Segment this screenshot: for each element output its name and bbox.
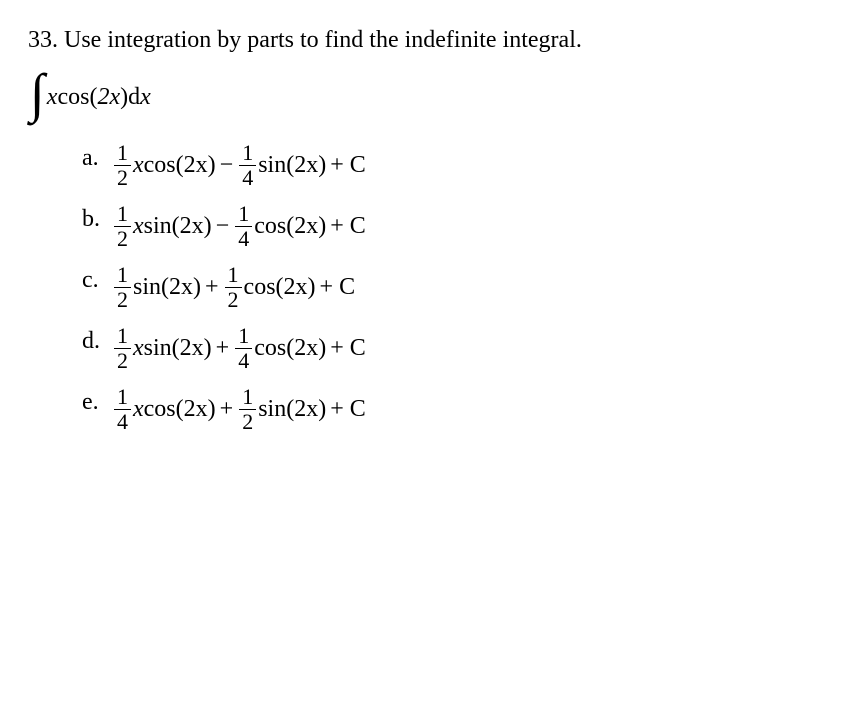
arg: (2x) — [172, 335, 212, 362]
numerator: 1 — [235, 203, 252, 227]
func: sin — [258, 152, 286, 179]
choice-expression: 1 2 sin (2x) + 1 2 cos (2x) + C — [112, 264, 359, 311]
integral-expression: ∫ xcos(2x)dx — [30, 68, 822, 122]
question-text: 33. Use integration by parts to find the… — [28, 24, 822, 56]
question-body: Use integration by parts to find the ind… — [64, 27, 582, 53]
constant: + C — [330, 396, 366, 423]
func: cos — [254, 335, 286, 362]
constant: + C — [330, 335, 366, 362]
fraction: 1 2 — [239, 386, 256, 433]
denominator: 4 — [114, 410, 131, 433]
operator: + — [220, 396, 234, 423]
denominator: 2 — [114, 227, 131, 250]
choice-label: a. — [82, 142, 112, 170]
numerator: 1 — [114, 386, 131, 410]
func: sin — [144, 335, 172, 362]
integrand: xcos(2x)dx — [47, 84, 151, 111]
choice-label: c. — [82, 264, 112, 292]
fraction: 1 2 — [114, 203, 131, 250]
var: x — [133, 396, 144, 423]
choice-d: d. 1 2 x sin (2x) + 1 4 cos (2x) — [82, 325, 822, 372]
fraction: 1 4 — [239, 142, 256, 189]
arg: (2x) — [176, 152, 216, 179]
func: sin — [144, 213, 172, 240]
constant: + C — [320, 274, 356, 301]
choice-label: e. — [82, 386, 112, 414]
choice-e: e. 1 4 x cos (2x) + 1 2 sin (2x) — [82, 386, 822, 433]
choice-b: b. 1 2 x sin (2x) − 1 4 cos (2x) — [82, 203, 822, 250]
fraction: 1 4 — [114, 386, 131, 433]
func: cos — [244, 274, 276, 301]
integral-sign-icon: ∫ — [30, 66, 45, 120]
numerator: 1 — [114, 325, 131, 349]
func: cos — [254, 213, 286, 240]
func: sin — [258, 396, 286, 423]
choice-expression: 1 2 x cos (2x) − 1 4 sin (2x) + C — [112, 142, 370, 189]
func: cos — [144, 396, 176, 423]
denominator: 4 — [235, 227, 252, 250]
denominator: 2 — [225, 288, 242, 311]
numerator: 1 — [114, 203, 131, 227]
arg: (2x) — [286, 213, 326, 240]
numerator: 1 — [114, 264, 131, 288]
var: x — [133, 335, 144, 362]
arg: (2x) — [286, 396, 326, 423]
fraction: 1 2 — [114, 264, 131, 311]
fraction: 1 2 — [225, 264, 242, 311]
denominator: 4 — [239, 166, 256, 189]
arg: (2x) — [276, 274, 316, 301]
arg: (2x) — [161, 274, 201, 301]
denominator: 2 — [114, 288, 131, 311]
denominator: 4 — [235, 349, 252, 372]
numerator: 1 — [225, 264, 242, 288]
choice-label: d. — [82, 325, 112, 353]
denominator: 2 — [239, 410, 256, 433]
var: x — [133, 152, 144, 179]
operator: − — [216, 213, 230, 240]
numerator: 1 — [235, 325, 252, 349]
constant: + C — [330, 213, 366, 240]
fraction: 1 4 — [235, 203, 252, 250]
constant: + C — [330, 152, 366, 179]
numerator: 1 — [239, 386, 256, 410]
numerator: 1 — [239, 142, 256, 166]
denominator: 2 — [114, 166, 131, 189]
choice-expression: 1 2 x sin (2x) − 1 4 cos (2x) + C — [112, 203, 370, 250]
choice-expression: 1 4 x cos (2x) + 1 2 sin (2x) + C — [112, 386, 370, 433]
choice-label: b. — [82, 203, 112, 231]
operator: − — [220, 152, 234, 179]
choice-a: a. 1 2 x cos (2x) − 1 4 sin (2x) — [82, 142, 822, 189]
numerator: 1 — [114, 142, 131, 166]
arg: (2x) — [286, 335, 326, 362]
operator: + — [216, 335, 230, 362]
var: x — [133, 213, 144, 240]
fraction: 1 2 — [114, 142, 131, 189]
arg: (2x) — [176, 396, 216, 423]
arg: (2x) — [286, 152, 326, 179]
fraction: 1 4 — [235, 325, 252, 372]
choice-expression: 1 2 x sin (2x) + 1 4 cos (2x) + C — [112, 325, 370, 372]
denominator: 2 — [114, 349, 131, 372]
answer-choices: a. 1 2 x cos (2x) − 1 4 sin (2x) — [82, 142, 822, 433]
question-number: 33. — [28, 27, 58, 53]
operator: + — [205, 274, 219, 301]
arg: (2x) — [172, 213, 212, 240]
func: sin — [133, 274, 161, 301]
choice-c: c. 1 2 sin (2x) + 1 2 cos (2x) — [82, 264, 822, 311]
fraction: 1 2 — [114, 325, 131, 372]
func: cos — [144, 152, 176, 179]
